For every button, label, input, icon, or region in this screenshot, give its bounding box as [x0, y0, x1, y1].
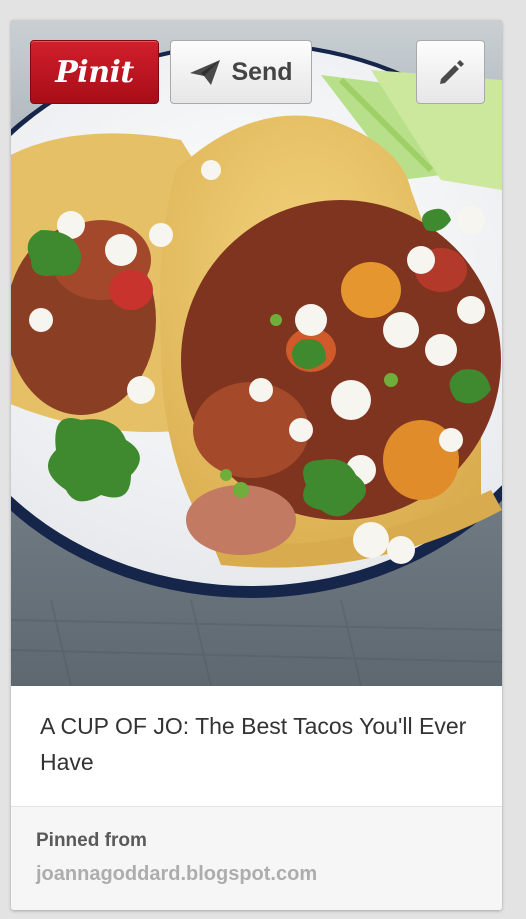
pin-description: A CUP OF JO: The Best Tacos You'll Ever … — [40, 713, 467, 775]
pin-source-footer: Pinned from joannagoddard.blogspot.com — [11, 807, 502, 910]
pin-it-label: Pinit — [55, 54, 134, 90]
pin-image[interactable]: Pinit Send — [11, 20, 502, 686]
source-link[interactable]: joannagoddard.blogspot.com — [36, 863, 317, 886]
edit-button[interactable] — [416, 40, 485, 104]
pinned-from-label: Pinned from — [36, 830, 147, 851]
paper-plane-icon — [190, 60, 221, 85]
pin-it-button[interactable]: Pinit — [30, 40, 159, 104]
pin-card: Pinit Send A CUP OF JO: The Best Tacos Y… — [11, 20, 502, 910]
send-label: Send — [231, 57, 293, 86]
taco-photo — [11, 20, 502, 686]
send-button[interactable]: Send — [170, 40, 312, 104]
pencil-icon — [439, 60, 464, 84]
